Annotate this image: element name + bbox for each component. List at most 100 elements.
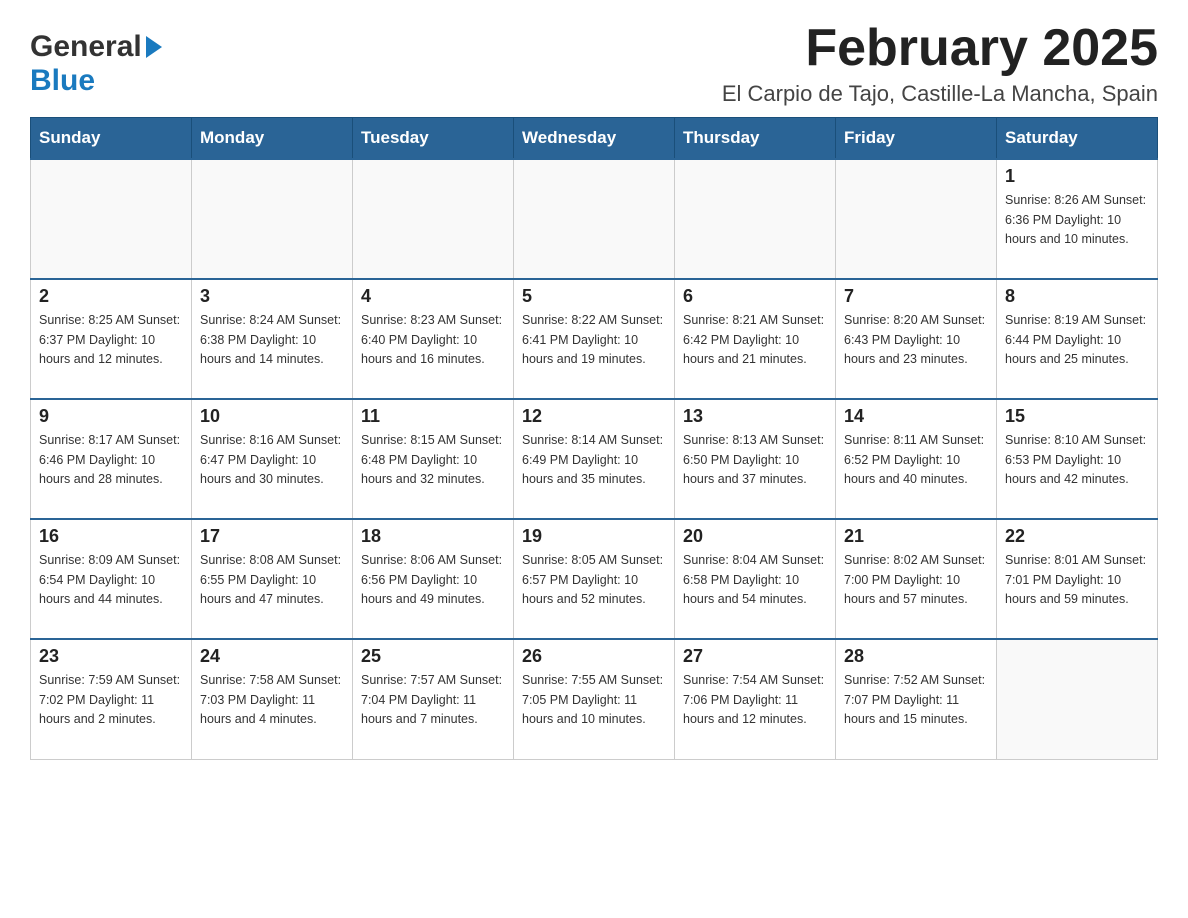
day-number: 3 [200,286,344,307]
calendar-table: Sunday Monday Tuesday Wednesday Thursday… [30,117,1158,760]
table-row: 14 Sunrise: 8:11 AM Sunset: 6:52 PM Dayli… [836,399,997,519]
calendar-week-row: 16 Sunrise: 8:09 AM Sunset: 6:54 PM Dayli… [31,519,1158,639]
table-row: 27Sunrise: 7:54 AM Sunset: 7:06 PM Dayli… [675,639,836,759]
table-row: 21 Sunrise: 8:02 AM Sunset: 7:00 PM Dayli… [836,519,997,639]
col-tuesday: Tuesday [353,118,514,160]
calendar-week-row: 23Sunrise: 7:59 AM Sunset: 7:02 PM Dayli… [31,639,1158,759]
calendar-week-row: 1 Sunrise: 8:26 AM Sunset: 6:36 PM Daylig… [31,159,1158,279]
table-row: 7 Sunrise: 8:20 AM Sunset: 6:43 PM Daylig… [836,279,997,399]
table-row: 23Sunrise: 7:59 AM Sunset: 7:02 PM Dayli… [31,639,192,759]
table-row [675,159,836,279]
day-info: Sunrise: 8:22 AM Sunset: 6:41 PM Dayligh… [522,311,666,369]
day-info: Sunrise: 8:16 AM Sunset: 6:47 PM Dayligh… [200,431,344,489]
day-number: 12 [522,406,666,427]
day-info: Sunrise: 8:23 AM Sunset: 6:40 PM Dayligh… [361,311,505,369]
table-row: 20 Sunrise: 8:04 AM Sunset: 6:58 PM Dayli… [675,519,836,639]
day-info: Sunrise: 8:01 AM Sunset: 7:01 PM Dayligh… [1005,551,1149,609]
day-info: Sunrise: 8:21 AM Sunset: 6:42 PM Dayligh… [683,311,827,369]
day-info: Sunrise: 8:26 AM Sunset: 6:36 PM Dayligh… [1005,191,1149,249]
day-info: Sunrise: 7:58 AM Sunset: 7:03 PM Dayligh… [200,671,344,729]
page-header: General Blue February 2025 El Carpio de … [30,20,1158,107]
calendar-week-row: 9 Sunrise: 8:17 AM Sunset: 6:46 PM Daylig… [31,399,1158,519]
table-row: 12 Sunrise: 8:14 AM Sunset: 6:49 PM Dayli… [514,399,675,519]
day-info: Sunrise: 8:25 AM Sunset: 6:37 PM Dayligh… [39,311,183,369]
table-row: 19 Sunrise: 8:05 AM Sunset: 6:57 PM Dayli… [514,519,675,639]
day-number: 23 [39,646,183,667]
calendar-week-row: 2 Sunrise: 8:25 AM Sunset: 6:37 PM Daylig… [31,279,1158,399]
table-row: 15 Sunrise: 8:10 AM Sunset: 6:53 PM Dayli… [997,399,1158,519]
table-row [31,159,192,279]
day-info: Sunrise: 8:17 AM Sunset: 6:46 PM Dayligh… [39,431,183,489]
logo-triangle-icon [146,36,162,58]
table-row [997,639,1158,759]
col-sunday: Sunday [31,118,192,160]
table-row: 9 Sunrise: 8:17 AM Sunset: 6:46 PM Daylig… [31,399,192,519]
day-number: 24 [200,646,344,667]
day-number: 14 [844,406,988,427]
table-row: 28Sunrise: 7:52 AM Sunset: 7:07 PM Dayli… [836,639,997,759]
day-number: 28 [844,646,988,667]
table-row: 24 Sunrise: 7:58 AM Sunset: 7:03 PM Dayli… [192,639,353,759]
calendar-header-row: Sunday Monday Tuesday Wednesday Thursday… [31,118,1158,160]
table-row: 10 Sunrise: 8:16 AM Sunset: 6:47 PM Dayli… [192,399,353,519]
table-row [836,159,997,279]
day-number: 7 [844,286,988,307]
table-row: 22 Sunrise: 8:01 AM Sunset: 7:01 PM Dayli… [997,519,1158,639]
day-info: Sunrise: 8:24 AM Sunset: 6:38 PM Dayligh… [200,311,344,369]
day-number: 2 [39,286,183,307]
day-info: Sunrise: 8:08 AM Sunset: 6:55 PM Dayligh… [200,551,344,609]
day-info: Sunrise: 8:05 AM Sunset: 6:57 PM Dayligh… [522,551,666,609]
day-number: 25 [361,646,505,667]
day-info: Sunrise: 8:20 AM Sunset: 6:43 PM Dayligh… [844,311,988,369]
col-monday: Monday [192,118,353,160]
table-row [192,159,353,279]
col-wednesday: Wednesday [514,118,675,160]
day-number: 19 [522,526,666,547]
title-block: February 2025 El Carpio de Tajo, Castill… [722,20,1158,107]
day-number: 10 [200,406,344,427]
day-info: Sunrise: 8:09 AM Sunset: 6:54 PM Dayligh… [39,551,183,609]
day-number: 21 [844,526,988,547]
logo-general-text: General [30,30,142,64]
logo-blue-text: Blue [30,64,95,98]
table-row: 8 Sunrise: 8:19 AM Sunset: 6:44 PM Daylig… [997,279,1158,399]
table-row: 16 Sunrise: 8:09 AM Sunset: 6:54 PM Dayli… [31,519,192,639]
month-title: February 2025 [722,20,1158,77]
table-row: 5 Sunrise: 8:22 AM Sunset: 6:41 PM Daylig… [514,279,675,399]
day-info: Sunrise: 8:13 AM Sunset: 6:50 PM Dayligh… [683,431,827,489]
table-row: 2 Sunrise: 8:25 AM Sunset: 6:37 PM Daylig… [31,279,192,399]
col-saturday: Saturday [997,118,1158,160]
day-number: 18 [361,526,505,547]
day-info: Sunrise: 8:02 AM Sunset: 7:00 PM Dayligh… [844,551,988,609]
day-number: 9 [39,406,183,427]
table-row [514,159,675,279]
table-row: 1 Sunrise: 8:26 AM Sunset: 6:36 PM Daylig… [997,159,1158,279]
table-row: 18 Sunrise: 8:06 AM Sunset: 6:56 PM Dayli… [353,519,514,639]
day-number: 27 [683,646,827,667]
day-number: 26 [522,646,666,667]
table-row: 13 Sunrise: 8:13 AM Sunset: 6:50 PM Dayli… [675,399,836,519]
day-number: 15 [1005,406,1149,427]
day-number: 6 [683,286,827,307]
day-number: 16 [39,526,183,547]
day-info: Sunrise: 8:10 AM Sunset: 6:53 PM Dayligh… [1005,431,1149,489]
day-number: 5 [522,286,666,307]
day-number: 22 [1005,526,1149,547]
col-thursday: Thursday [675,118,836,160]
day-number: 20 [683,526,827,547]
day-number: 8 [1005,286,1149,307]
table-row: 3 Sunrise: 8:24 AM Sunset: 6:38 PM Daylig… [192,279,353,399]
table-row [353,159,514,279]
day-info: Sunrise: 8:19 AM Sunset: 6:44 PM Dayligh… [1005,311,1149,369]
table-row: 6 Sunrise: 8:21 AM Sunset: 6:42 PM Daylig… [675,279,836,399]
table-row: 11Sunrise: 8:15 AM Sunset: 6:48 PM Dayli… [353,399,514,519]
location-subtitle: El Carpio de Tajo, Castille-La Mancha, S… [722,81,1158,107]
day-info: Sunrise: 8:06 AM Sunset: 6:56 PM Dayligh… [361,551,505,609]
day-info: Sunrise: 8:04 AM Sunset: 6:58 PM Dayligh… [683,551,827,609]
logo: General Blue [30,30,162,98]
day-number: 13 [683,406,827,427]
day-info: Sunrise: 8:11 AM Sunset: 6:52 PM Dayligh… [844,431,988,489]
day-info: Sunrise: 8:14 AM Sunset: 6:49 PM Dayligh… [522,431,666,489]
table-row: 17Sunrise: 8:08 AM Sunset: 6:55 PM Dayli… [192,519,353,639]
day-number: 1 [1005,166,1149,187]
